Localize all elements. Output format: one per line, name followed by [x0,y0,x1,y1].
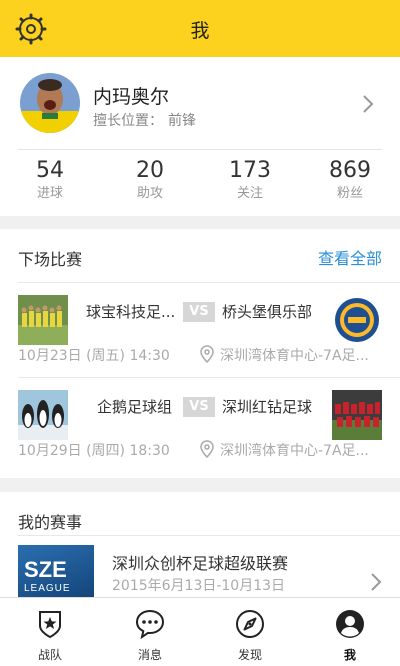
stat-label: 进球 [36,186,63,201]
match-item[interactable]: 球宝科技足... VS 桥头堡俱乐部 10月23日 (周五) 14:30 深圳湾… [0,283,400,383]
stat-label: 粉丝 [336,186,363,201]
my-events-card: 我的赛事 SZE LEAGUE 深圳众创杯足球超级联赛 2015年6月13日-1… [0,492,400,597]
position-label: 擅长位置： [93,113,163,129]
stat-assists[interactable]: 20 助攻 [100,157,200,203]
team-photo [18,390,68,440]
match-time: 10月29日 (周四) 18:30 [18,443,170,459]
vs-badge: VS [183,302,215,322]
player-name: 内玛奥尔 [93,86,170,108]
stat-value: 20 [136,158,164,183]
chat-bubble-icon [135,609,165,640]
next-matches-card: 下场比赛 查看全部 球宝科技足... VS 桥头堡俱乐部 10月23日 (周五)… [0,229,400,478]
divider [18,149,382,150]
stat-label: 关注 [236,186,263,201]
stat-value: 54 [36,158,64,183]
stat-followers[interactable]: 869 粉丝 [300,157,400,203]
stat-value: 869 [329,158,371,183]
user-icon [336,610,364,638]
tab-label: 我 [343,648,356,662]
tab-me[interactable]: 我 [300,598,400,666]
match-time: 10月23日 (周五) 14:30 [18,348,170,364]
section-title: 我的赛事 [18,513,83,532]
profile-card[interactable]: 内玛奥尔 擅长位置： 前锋 54 进球 20 助攻 173 关注 869 粉丝 [0,57,400,216]
match-venue: 深圳湾体育中心-7A足... [220,348,369,364]
stat-goals[interactable]: 54 进球 [0,157,100,203]
tab-label: 发现 [237,648,262,662]
tab-messages[interactable]: 消息 [100,598,200,666]
team-logo [332,295,382,345]
position-value: 前锋 [168,113,196,129]
vs-badge: VS [183,397,215,417]
event-logo-subtext: LEAGUE [24,583,71,594]
team-badge-icon [39,611,61,639]
match-venue: 深圳湾体育中心-7A足... [220,443,369,459]
away-team-name: 深圳红钻足球 [222,398,313,416]
match-item[interactable]: 企鹅足球组 VS 深圳红钻足球 10月29日 (周四) 18:30 深圳湾体育中… [0,378,400,478]
home-team-name: 球宝科技足... [86,303,176,321]
page-title: 我 [190,20,210,42]
divider [18,535,400,536]
team-photo [332,390,382,440]
tab-label: 消息 [137,648,162,662]
stat-value: 173 [229,158,271,183]
tab-discover[interactable]: 发现 [200,598,300,666]
chevron-right-icon[interactable] [370,572,382,592]
event-dates: 2015年6月13日-10月13日 [112,578,286,594]
event-logo-text: SZE [24,557,67,582]
location-pin-icon [200,440,214,458]
location-pin-icon [200,345,214,363]
event-name[interactable]: 深圳众创杯足球超级联赛 [112,550,288,574]
stat-following[interactable]: 173 关注 [200,157,300,203]
away-team-name: 桥头堡俱乐部 [222,303,313,321]
event-logo[interactable]: SZE LEAGUE [18,545,94,597]
team-photo [18,295,68,345]
top-bar: 我 [0,0,400,57]
compass-icon [236,610,264,638]
avatar[interactable] [20,73,80,133]
section-title: 下场比赛 [18,250,83,269]
home-team-name: 企鹅足球组 [97,398,173,416]
tab-team[interactable]: 战队 [0,598,100,666]
stat-label: 助攻 [136,186,163,201]
chevron-right-icon[interactable] [362,94,374,114]
bottom-tab-bar: 战队 消息 发现 我 [0,597,400,666]
tab-label: 战队 [37,648,62,662]
view-all-link[interactable]: 查看全部 [318,245,382,269]
